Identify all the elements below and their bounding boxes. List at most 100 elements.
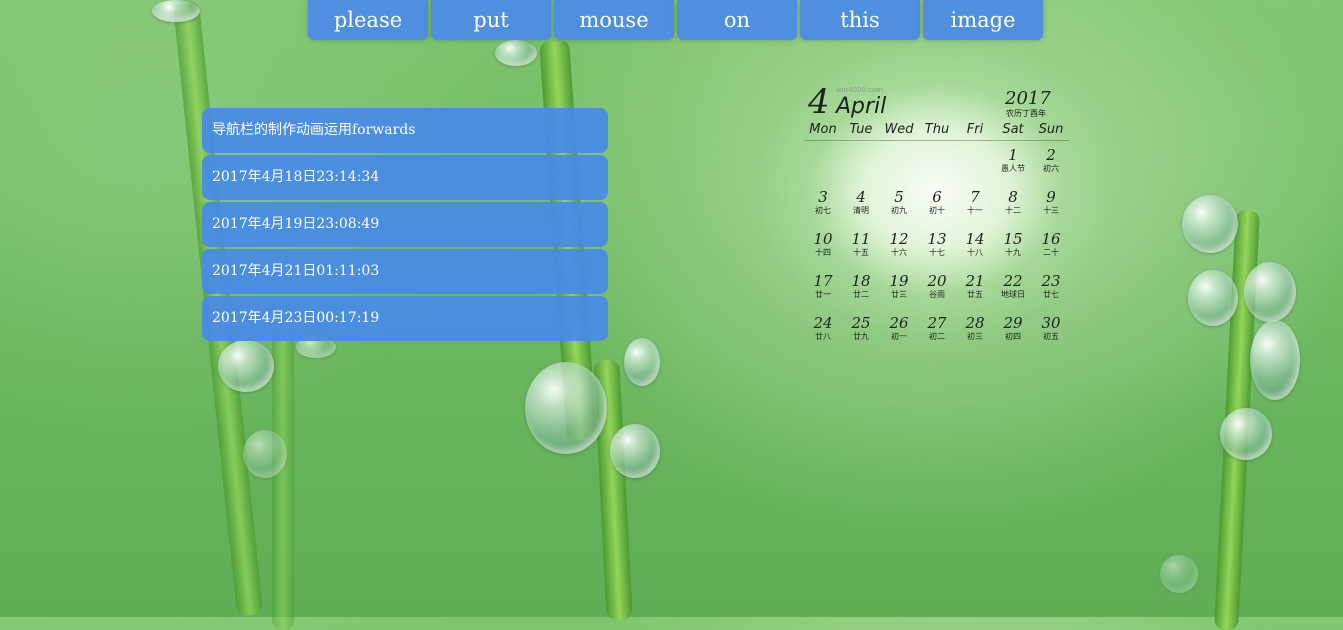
weekday-label: Sun [1038,122,1064,137]
water-drop [1182,195,1238,253]
nav-button-this[interactable]: this [800,0,920,40]
list-item[interactable]: 2017年4月19日23:08:49 [202,202,608,247]
calendar-year: 2017 [1005,88,1051,109]
calendar-lunar-day: 十五 [853,248,869,257]
calendar-day: 4 清明 [842,188,880,230]
list-item[interactable]: 2017年4月21日01:11:03 [202,249,608,294]
calendar-day-number: 24 [813,314,833,332]
article-list: 导航栏的制作动画运用forwards 2017年4月18日23:14:34 20… [202,108,608,343]
list-item[interactable]: 导航栏的制作动画运用forwards [202,108,608,153]
calendar-day: 30 初五 [1032,314,1070,356]
calendar-lunar-day: 二十 [1043,248,1059,257]
water-drop [624,338,660,386]
calendar-month-number: 4 [808,82,830,122]
calendar-day: 22 地球日 [994,272,1032,314]
calendar-day-number: 20 [927,272,947,290]
calendar-day-number: 9 [1046,188,1056,206]
calendar-lunar-day: 初十 [929,206,945,215]
calendar: 4 win4000.com April 2017 农历丁酉年 Mon Tue W… [800,80,1070,355]
water-drop [525,362,607,454]
calendar-lunar-day: 十六 [891,248,907,257]
calendar-day-number: 7 [970,188,980,206]
calendar-day-number: 3 [818,188,828,206]
calendar-lunar-day: 廿九 [853,332,869,341]
nav-button-put[interactable]: put [431,0,551,40]
calendar-day: 14 十八 [956,230,994,272]
calendar-day: 18 廿二 [842,272,880,314]
calendar-lunar-day: 初四 [1005,332,1021,341]
calendar-day: 15 十九 [994,230,1032,272]
calendar-day [918,146,956,188]
list-item[interactable]: 2017年4月18日23:14:34 [202,155,608,200]
list-item[interactable]: 2017年4月23日00:17:19 [202,296,608,341]
calendar-day-number: 12 [889,230,909,248]
calendar-lunar-day: 廿三 [891,290,907,299]
water-drop [610,424,660,478]
weekday-label: Wed [884,122,914,137]
calendar-day: 2 初六 [1032,146,1070,188]
calendar-day: 13 十七 [918,230,956,272]
calendar-lunar-day: 初九 [891,206,907,215]
calendar-lunar-day: 廿一 [815,290,831,299]
calendar-day: 9 十三 [1032,188,1070,230]
weekday-label: Tue [849,122,873,137]
calendar-day-number: 2 [1046,146,1056,164]
calendar-day: 19 廿三 [880,272,918,314]
calendar-watermark: win4000.com [836,86,884,94]
calendar-day: 26 初一 [880,314,918,356]
calendar-day-number: 19 [889,272,909,290]
calendar-day-number: 4 [856,188,866,206]
calendar-day-number: 16 [1041,230,1061,248]
weekday-label: Fri [966,122,984,137]
calendar-lunar-day: 廿八 [815,332,831,341]
calendar-day: 5 初九 [880,188,918,230]
calendar-day: 12 十六 [880,230,918,272]
nav-button-mouse[interactable]: mouse [554,0,674,40]
calendar-day-number: 10 [813,230,833,248]
calendar-day [842,146,880,188]
calendar-day-number: 13 [927,230,947,248]
calendar-day: 6 初十 [918,188,956,230]
calendar-lunar-day: 初六 [1043,164,1059,173]
calendar-day: 27 初二 [918,314,956,356]
calendar-day: 28 初三 [956,314,994,356]
water-drop [243,430,287,478]
calendar-day-number: 26 [889,314,909,332]
calendar-day-number: 14 [965,230,985,248]
water-drop [1188,270,1238,326]
calendar-lunar-day: 十八 [967,248,983,257]
weekday-label: Sat [1002,122,1024,137]
calendar-day-number: 6 [932,188,942,206]
calendar-day-number: 11 [851,230,871,248]
weekday-label: Mon [809,122,837,137]
calendar-week-row: 1 愚人节 2 初六 [804,146,1070,188]
calendar-lunar-day: 初一 [891,332,907,341]
calendar-day: 20 谷雨 [918,272,956,314]
calendar-lunar-day: 廿五 [967,290,983,299]
calendar-lunar-day: 清明 [853,206,869,215]
calendar-day-number: 25 [851,314,871,332]
nav-button-on[interactable]: on [677,0,797,40]
calendar-lunar-year: 农历丁酉年 [1006,109,1046,118]
calendar-day: 11 十五 [842,230,880,272]
calendar-day [956,146,994,188]
calendar-day: 1 愚人节 [994,146,1032,188]
water-drop [1160,555,1198,593]
calendar-lunar-day: 十七 [929,248,945,257]
calendar-day-number: 17 [813,272,833,290]
calendar-lunar-day: 十一 [967,206,983,215]
calendar-day-number: 27 [927,314,947,332]
calendar-day [880,146,918,188]
calendar-lunar-day: 初五 [1043,332,1059,341]
calendar-lunar-day: 愚人节 [1001,164,1025,173]
calendar-day: 23 廿七 [1032,272,1070,314]
nav-button-please[interactable]: please [308,0,428,40]
calendar-day: 3 初七 [804,188,842,230]
calendar-week-row: 24 廿八 25 廿九 26 初一 27 初二 28 初三 29 初四 30 初五 [804,314,1070,356]
grass-stem [272,330,294,630]
water-drop [1250,320,1300,400]
calendar-day: 24 廿八 [804,314,842,356]
calendar-day-number: 8 [1008,188,1018,206]
calendar-lunar-day: 谷雨 [929,290,945,299]
nav-button-image[interactable]: image [923,0,1043,40]
